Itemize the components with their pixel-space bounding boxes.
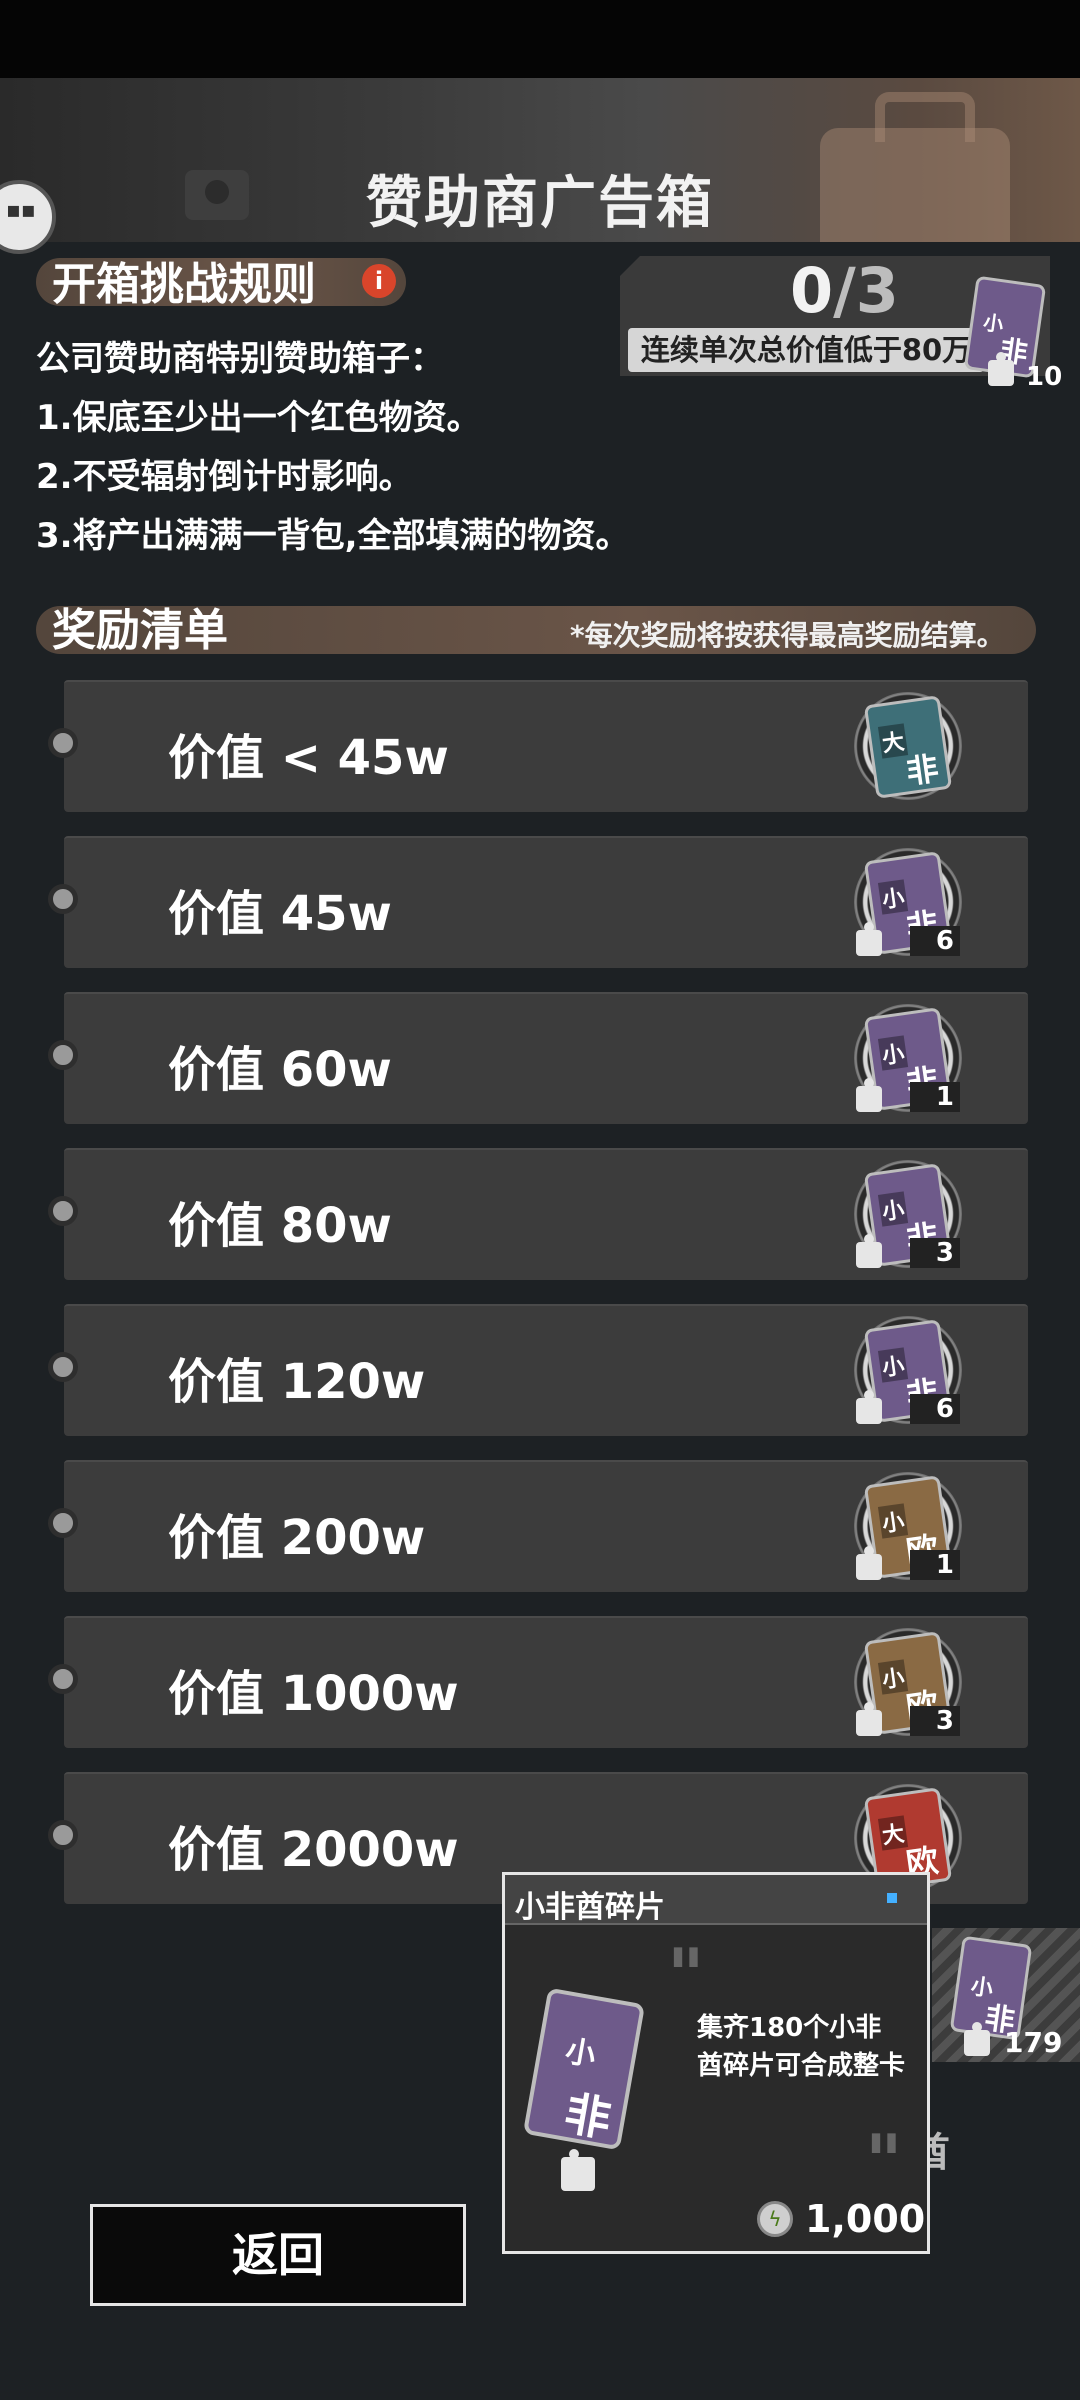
- side-item-count: 179: [1004, 2026, 1063, 2059]
- puzzle-icon: [561, 2149, 595, 2191]
- reward-row[interactable]: 价值 60w小非1: [48, 992, 1028, 1124]
- bullet-dot: [48, 1508, 78, 1538]
- reward-label: 价值 1000w: [168, 1666, 459, 1722]
- reward-count: 1: [910, 1082, 960, 1112]
- fragment-card-icon: 小 非: [522, 1987, 646, 2151]
- reward-label: 价值 45w: [168, 886, 392, 942]
- back-button[interactable]: 返回: [90, 2204, 466, 2306]
- rules-section-title: 开箱挑战规则: [52, 259, 316, 310]
- puzzle-icon: [964, 2022, 990, 2056]
- reward-note: *每次奖励将按获得最高奖励结算。: [570, 619, 1005, 652]
- rules-line: 公司赞助商特别赞助箱子：: [36, 339, 444, 379]
- reward-row[interactable]: 价值 1000w小欧3: [48, 1616, 1028, 1748]
- rules-line: 2.不受辐射倒计时影响。: [36, 457, 413, 497]
- puzzle-icon: [856, 1234, 882, 1268]
- reward-label: 价值 < 45w: [168, 730, 449, 786]
- reward-card-icon[interactable]: 大非: [863, 695, 953, 799]
- reward-section-title: 奖励清单: [52, 605, 228, 656]
- reward-label: 价值 2000w: [168, 1822, 459, 1878]
- puzzle-icon: [856, 922, 882, 956]
- reward-row[interactable]: 价值 120w小非6: [48, 1304, 1028, 1436]
- rarity-indicator: [887, 1893, 897, 1903]
- challenge-counter: 0/3: [790, 254, 899, 327]
- puzzle-icon: [856, 1390, 882, 1424]
- status-bar: [0, 0, 1080, 78]
- reward-row[interactable]: 价值 45w小非6: [48, 836, 1028, 968]
- bullet-dot: [48, 1196, 78, 1226]
- page-title: 赞助商广告箱: [366, 171, 714, 236]
- reward-label: 价值 60w: [168, 1042, 392, 1098]
- info-icon[interactable]: i: [362, 264, 396, 298]
- rules-line: 1.保底至少出一个红色物资。: [36, 398, 481, 438]
- rules-text: 公司赞助商特别赞助箱子： 1.保底至少出一个红色物资。 2.不受辐射倒计时影响。…: [36, 330, 630, 566]
- puzzle-icon: [856, 1546, 882, 1580]
- reward-label: 价值 200w: [168, 1510, 426, 1566]
- bullet-dot: [48, 1040, 78, 1070]
- bullet-dot: [48, 1352, 78, 1382]
- reward-count: 3: [910, 1706, 960, 1736]
- puzzle-icon: [988, 352, 1014, 386]
- reward-row[interactable]: 价值 < 45w 大非: [48, 680, 1028, 812]
- bullet-dot: [48, 884, 78, 914]
- bullet-dot: [48, 728, 78, 758]
- puzzle-icon: [856, 1702, 882, 1736]
- side-card-icon[interactable]: 小 非: [949, 1935, 1033, 2041]
- reward-row[interactable]: 价值 80w小非3: [48, 1148, 1028, 1280]
- tooltip-title: 小非酋碎片: [515, 1890, 665, 1925]
- reward-count: 6: [910, 1394, 960, 1424]
- rules-line: 3.将产出满满一背包,全部填满的物资。: [36, 516, 630, 556]
- challenge-label: 连续单次总价值低于80万: [628, 328, 984, 372]
- tooltip-description: 集齐180个小非酋碎片可合成整卡: [697, 2013, 906, 2081]
- puzzle-icon: [856, 1078, 882, 1112]
- reward-label: 价值 80w: [168, 1198, 392, 1254]
- reward-count: 6: [910, 926, 960, 956]
- reward-row[interactable]: 价值 200w小欧1: [48, 1460, 1028, 1592]
- item-tooltip: 小非酋碎片 小 非 " 集齐180个小非酋碎片可合成整卡 " ϟ 1,000: [502, 1872, 930, 2254]
- tooltip-price: 1,000: [805, 2197, 926, 2241]
- open-quote-icon: ": [667, 1933, 705, 2017]
- challenge-card-count: 10: [1026, 362, 1063, 392]
- bullet-dot: [48, 1820, 78, 1850]
- reward-count: 3: [910, 1238, 960, 1268]
- close-quote-icon: ": [865, 2119, 903, 2203]
- reward-label: 价值 120w: [168, 1354, 426, 1410]
- coin-icon: ϟ: [757, 2201, 793, 2237]
- reward-count: 1: [910, 1550, 960, 1580]
- bullet-dot: [48, 1664, 78, 1694]
